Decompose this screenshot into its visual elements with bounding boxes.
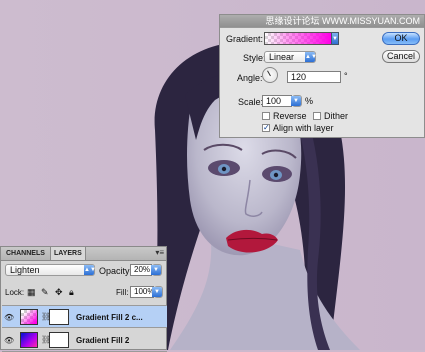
eye-icon[interactable]: 👁︎: [4, 336, 14, 345]
opacity-input[interactable]: 20%: [130, 264, 152, 276]
lock-position-icon[interactable]: ✥: [55, 287, 63, 298]
layer-thumbnail: [20, 309, 38, 325]
layers-panel: CHANNELS LAYERS ▾≡ Lighten ▲▼ Opacity: 2…: [0, 246, 167, 352]
layer-mask-thumbnail[interactable]: [49, 309, 69, 325]
reverse-checkbox[interactable]: [262, 112, 270, 120]
scale-dropdown[interactable]: ▼: [291, 95, 302, 107]
fill-input[interactable]: 100%: [130, 286, 154, 298]
watermark-text: 思缘设计论坛 WWW.MISSYUAN.COM: [220, 15, 424, 27]
lock-label: Lock:: [5, 288, 25, 297]
panel-tabs: CHANNELS LAYERS ▾≡: [1, 247, 166, 261]
dither-checkbox[interactable]: [313, 112, 321, 120]
degree-symbol: °: [344, 71, 348, 81]
dialog-titlebar[interactable]: 思缘设计论坛 WWW.MISSYUAN.COM: [220, 15, 424, 28]
reverse-label: Reverse: [273, 111, 307, 121]
lock-transparency-icon[interactable]: ▦: [27, 287, 36, 298]
blend-mode-select[interactable]: Lighten ▲▼: [5, 264, 96, 276]
tab-channels[interactable]: CHANNELS: [3, 247, 48, 260]
cancel-button[interactable]: Cancel: [382, 50, 420, 63]
align-with-layer-checkbox[interactable]: ✓: [262, 124, 270, 132]
chevron-down-icon: ▲▼: [84, 265, 96, 275]
chevron-down-icon: ▼: [291, 96, 301, 106]
layer-name[interactable]: Gradient Fill 2: [76, 336, 129, 345]
style-label: Style:: [243, 53, 266, 63]
chevron-down-icon: ▼: [152, 287, 162, 297]
gradient-fill-dialog: 思缘设计论坛 WWW.MISSYUAN.COM Gradient: ▼ Styl…: [219, 14, 425, 138]
ok-button[interactable]: OK: [382, 32, 420, 45]
style-select-value: Linear: [269, 52, 295, 62]
dither-label: Dither: [324, 111, 349, 121]
layer-mask-thumbnail[interactable]: [49, 332, 69, 348]
angle-input[interactable]: 120: [287, 71, 341, 83]
layer-name[interactable]: Gradient Fill 2 c...: [76, 313, 143, 322]
angle-dial[interactable]: [262, 67, 278, 83]
blend-mode-value: Lighten: [10, 265, 40, 275]
fill-dropdown[interactable]: ▼: [152, 286, 163, 298]
gradient-preview-swatch[interactable]: [264, 32, 332, 45]
panel-menu-icon[interactable]: ▾≡: [155, 248, 164, 257]
angle-label: Angle:: [237, 73, 263, 83]
style-select[interactable]: Linear ▲▼: [264, 51, 317, 63]
scale-label: Scale:: [238, 97, 264, 107]
gradient-label: Gradient:: [226, 34, 264, 44]
layer-row[interactable]: 👁︎ ⛓ Gradient Fill 2 c...: [2, 305, 167, 328]
lock-image-icon[interactable]: ✎: [41, 287, 49, 298]
tab-layers[interactable]: LAYERS: [50, 247, 86, 260]
fill-label: Fill:: [116, 288, 129, 297]
opacity-label: Opacity:: [99, 266, 133, 276]
gradient-picker-arrow-icon[interactable]: ▼: [331, 32, 339, 45]
align-with-layer-label: Align with layer: [273, 123, 334, 133]
percent-symbol: %: [305, 96, 314, 106]
layer-thumbnail: [20, 332, 38, 348]
scale-input[interactable]: 100: [262, 95, 292, 107]
chevron-down-icon: ▲▼: [305, 52, 317, 62]
lock-all-icon[interactable]: 🔒︎: [69, 287, 74, 298]
chevron-down-icon: ▼: [151, 265, 161, 275]
eye-icon[interactable]: 👁︎: [4, 313, 14, 322]
opacity-dropdown[interactable]: ▼: [151, 264, 162, 276]
layer-row[interactable]: 👁︎ ⛓ Gradient Fill 2: [2, 329, 167, 352]
